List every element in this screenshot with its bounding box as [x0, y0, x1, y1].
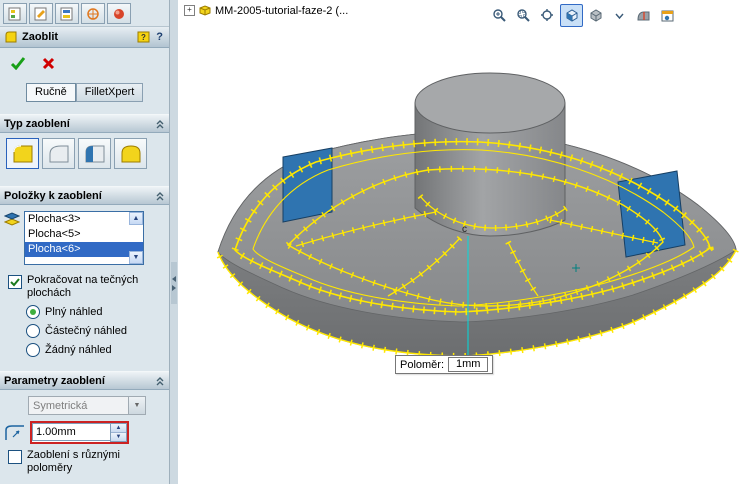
graphics-area[interactable]: + MM-2005-tutorial-faze-2 (... c Poloměr… [178, 0, 750, 484]
spinner-down-icon[interactable]: ▼ [111, 433, 126, 441]
mode-tabs: Ručně FilletXpert [0, 78, 169, 102]
feature-tree-node[interactable]: + MM-2005-tutorial-faze-2 (... [184, 4, 348, 17]
section-items-to-fillet[interactable]: Položky k zaoblení [0, 186, 169, 205]
constant-radius-fillet-button[interactable] [6, 138, 39, 169]
scroll-down-icon[interactable]: ▼ [129, 251, 143, 264]
fillet-feature-icon [5, 31, 17, 43]
zoom-area-icon[interactable] [512, 4, 535, 27]
cancel-button[interactable] [38, 54, 58, 72]
expand-right-icon[interactable] [172, 284, 176, 291]
tangent-propagation-checkbox[interactable]: Pokračovat na tečných plochách [0, 269, 169, 302]
property-manager-panel: Zaoblit ? ? Ručně FilletXpert Typ zaoble… [0, 0, 170, 484]
model-3d-view[interactable] [178, 0, 750, 484]
list-item[interactable]: Plocha<3> [25, 212, 143, 227]
svg-text:?: ? [141, 33, 146, 42]
radius-callout[interactable]: Poloměr: 1mm [395, 355, 494, 374]
list-item-selected[interactable]: Plocha<6> [25, 242, 143, 257]
collapse-chevron-icon [156, 376, 164, 385]
part-name: MM-2005-tutorial-faze-2 (... [215, 4, 349, 17]
vertex-label: c [462, 224, 467, 235]
zoom-fit-icon[interactable] [536, 4, 559, 27]
featuremanager-tab-icon[interactable] [3, 3, 27, 24]
help-icon[interactable]: ? [154, 31, 165, 43]
appearance-settings-icon[interactable] [656, 4, 679, 27]
configurationmanager-tab-icon[interactable] [55, 3, 79, 24]
symmetric-row: Symetrická ▼ [0, 390, 169, 415]
feature-title: Zaoblit [22, 31, 59, 43]
radio-partial-preview[interactable]: Částečný náhled [0, 321, 169, 340]
radio-full-preview[interactable]: Plný náhled [0, 302, 169, 321]
full-round-fillet-button[interactable] [114, 138, 147, 169]
selected-face-right[interactable] [617, 170, 686, 258]
multi-radius-checkbox[interactable]: Zaoblení s různými poloměry [0, 444, 169, 477]
radio-icon[interactable] [26, 323, 40, 338]
selected-items-list[interactable]: Plocha<3> Plocha<5> Plocha<6> ▲ ▼ [24, 211, 144, 265]
display-style-icon[interactable] [584, 4, 607, 27]
section-fillet-type[interactable]: Typ zaoblení [0, 114, 169, 133]
part-icon [199, 5, 211, 16]
tab-manual[interactable]: Ručně [26, 83, 76, 102]
help-book-icon[interactable]: ? [137, 31, 150, 43]
radius-input[interactable] [32, 423, 110, 441]
dimxpert-tab-icon[interactable] [81, 3, 105, 24]
radio-selected-icon[interactable] [26, 304, 40, 319]
panel-tab-bar [0, 0, 169, 27]
radius-highlight-box: ▲ ▼ [30, 421, 129, 444]
scroll-up-icon[interactable]: ▲ [129, 212, 143, 225]
model-cylinder-top[interactable] [414, 72, 566, 134]
zoom-in-out-icon[interactable] [488, 4, 511, 27]
list-scrollbar[interactable]: ▲ ▼ [129, 212, 143, 264]
section-fillet-parameters[interactable]: Parametry zaoblení [0, 371, 169, 390]
collapse-left-icon[interactable] [172, 275, 176, 282]
chevron-down-icon: ▼ [128, 397, 145, 414]
radius-spinner[interactable]: ▲ ▼ [110, 423, 127, 442]
edge-selection-group: Plocha<3> Plocha<5> Plocha<6> ▲ ▼ [0, 205, 169, 269]
callout-value[interactable]: 1mm [448, 357, 489, 372]
view-orientation-icon[interactable] [560, 4, 583, 27]
face-fillet-button[interactable] [78, 138, 111, 169]
collapse-chevron-icon [156, 119, 164, 128]
edges-faces-icon [4, 212, 20, 226]
radius-icon [5, 424, 24, 440]
tab-filletxpert[interactable]: FilletXpert [75, 83, 144, 102]
collapse-chevron-icon [156, 191, 164, 200]
section-view-icon[interactable] [632, 4, 655, 27]
checkbox-checked-icon[interactable] [8, 275, 22, 289]
view-toolbar [488, 4, 679, 27]
splitter-grip[interactable] [171, 262, 177, 304]
chevron-down-icon[interactable] [608, 4, 631, 27]
radio-no-preview[interactable]: Žádný náhled [0, 340, 169, 359]
fillet-type-buttons [0, 133, 169, 174]
spinner-up-icon[interactable]: ▲ [111, 424, 126, 433]
checkbox-icon[interactable] [8, 450, 22, 464]
propertymanager-tab-icon[interactable] [29, 3, 53, 24]
variable-radius-fillet-button[interactable] [42, 138, 75, 169]
solidworks-window: Zaoblit ? ? Ručně FilletXpert Typ zaoble… [0, 0, 750, 484]
feature-title-bar: Zaoblit ? ? [0, 27, 169, 48]
symmetric-dropdown[interactable]: Symetrická ▼ [28, 396, 146, 415]
confirm-bar [0, 48, 169, 78]
list-item[interactable]: Plocha<5> [25, 227, 143, 242]
callout-label: Poloměr: [400, 358, 445, 371]
radius-row: ▲ ▼ [0, 415, 169, 444]
ok-button[interactable] [8, 54, 28, 72]
displaymanager-tab-icon[interactable] [107, 3, 131, 24]
radio-icon[interactable] [26, 342, 40, 357]
tree-expander-icon[interactable]: + [184, 5, 195, 16]
